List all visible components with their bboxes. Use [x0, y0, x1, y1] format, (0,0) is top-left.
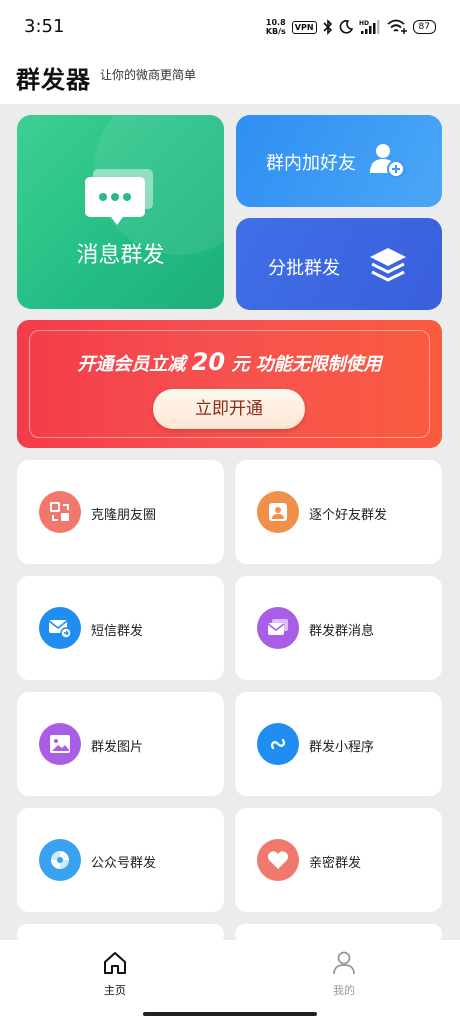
status-time: 3:51: [24, 16, 65, 37]
home-icon: [102, 952, 128, 980]
app-subtitle: 让你的微商更简单: [100, 68, 197, 82]
group-message-icon: [257, 607, 299, 649]
svg-text:HD: HD: [359, 20, 369, 27]
tile-label: 群发小程序: [309, 740, 375, 755]
batch-broadcast-label: 分批群发: [268, 258, 340, 279]
clone-moments-icon: [39, 491, 81, 533]
tile-label: 群发图片: [91, 740, 144, 755]
tile-label: 公众号群发: [91, 856, 157, 871]
heart-icon: [257, 839, 299, 881]
image-icon: [39, 723, 81, 765]
mini-program-icon: [257, 723, 299, 765]
nav-home[interactable]: 主页: [75, 950, 155, 998]
message-broadcast-card[interactable]: 消息群发: [17, 115, 224, 309]
sms-icon: [39, 607, 81, 649]
network-speed: 10.8 KB/s: [265, 18, 286, 36]
activate-now-button[interactable]: 立即开通: [153, 389, 305, 429]
status-icons: 10.8 KB/s VPN HD 87: [266, 16, 436, 38]
bluetooth-icon: [322, 19, 333, 35]
group-add-friends-card[interactable]: 群内加好友: [236, 115, 442, 207]
home-indicator: [143, 1012, 317, 1016]
batch-broadcast-card[interactable]: 分批群发: [236, 218, 442, 310]
status-bar: 3:51 10.8 KB/s VPN HD 87: [0, 0, 460, 52]
nav-home-label: 主页: [104, 984, 126, 997]
add-user-icon: [368, 141, 408, 185]
nav-mine[interactable]: 我的: [304, 950, 384, 998]
tile-sms-broadcast[interactable]: 短信群发: [17, 576, 224, 680]
message-broadcast-label: 消息群发: [76, 243, 165, 268]
tile-single-friend-broadcast[interactable]: 逐个好友群发: [235, 460, 442, 564]
group-add-friends-label: 群内加好友: [266, 153, 356, 174]
wifi-icon: [386, 19, 407, 35]
tile-label: 亲密群发: [309, 856, 362, 871]
official-account-icon: [39, 839, 81, 881]
promo-text: 开通会员立减 20 元 功能无限制使用: [77, 348, 382, 376]
tile-label: 逐个好友群发: [309, 508, 388, 523]
nav-mine-label: 我的: [333, 984, 355, 997]
promo-amount: 20: [191, 348, 226, 376]
tile-official-account-broadcast[interactable]: 公众号群发: [17, 808, 224, 912]
app-title: 群发器: [16, 66, 91, 94]
chat-bubble-icon: [83, 169, 159, 231]
vpn-badge: VPN: [291, 20, 317, 34]
moon-icon: [339, 20, 353, 34]
tile-group-message-broadcast[interactable]: 群发群消息: [235, 576, 442, 680]
single-friend-icon: [257, 491, 299, 533]
tile-mini-program-broadcast[interactable]: 群发小程序: [235, 692, 442, 796]
tile-image-broadcast[interactable]: 群发图片: [17, 692, 224, 796]
tile-clone-moments[interactable]: 克隆朋友圈: [17, 460, 224, 564]
tile-intimate-broadcast[interactable]: 亲密群发: [235, 808, 442, 912]
app-header: 群发器 让你的微商更简单: [0, 52, 460, 104]
person-icon: [331, 951, 357, 980]
vip-promo-banner[interactable]: 开通会员立减 20 元 功能无限制使用 立即开通: [17, 320, 442, 448]
tile-label: 克隆朋友圈: [91, 508, 157, 523]
battery-indicator: 87: [412, 20, 436, 34]
tile-label: 群发群消息: [309, 624, 375, 639]
tile-label: 短信群发: [91, 624, 144, 639]
layers-icon: [368, 246, 408, 288]
signal-icon: HD: [359, 19, 381, 35]
